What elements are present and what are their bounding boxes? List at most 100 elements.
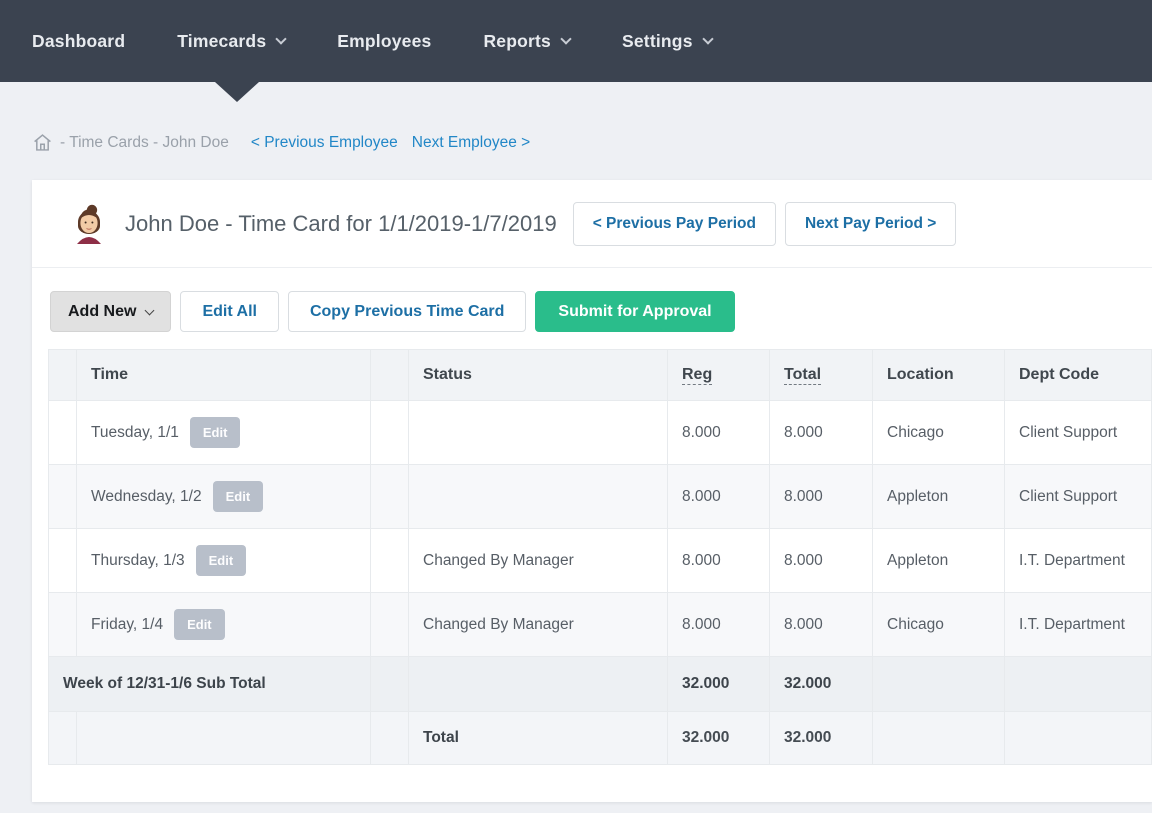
spacer-cell <box>371 593 409 657</box>
column-header-time: Time <box>77 350 371 401</box>
previous-pay-period-button[interactable]: < Previous Pay Period <box>573 202 776 246</box>
location-cell: Appleton <box>873 529 1005 593</box>
dept-code-cell: Client Support <box>1005 401 1152 465</box>
spacer-cell <box>371 465 409 529</box>
employee-avatar <box>72 204 106 244</box>
reg-cell: 8.000 <box>668 465 770 529</box>
total-cell: 8.000 <box>770 529 873 593</box>
dept-code-cell: Client Support <box>1005 465 1152 529</box>
dept-code-cell <box>1005 712 1152 765</box>
nav-item-label: Reports <box>483 31 551 52</box>
spacer-cell <box>371 401 409 465</box>
column-header-location: Location <box>873 350 1005 401</box>
status-cell <box>409 657 668 712</box>
status-cell <box>409 401 668 465</box>
total-subtotal-cell: 32.000 <box>770 657 873 712</box>
status-cell: Changed By Manager <box>409 593 668 657</box>
day-cell: Friday, 1/4 Edit <box>77 593 371 657</box>
subtotal-label-cell: Week of 12/31-1/6 Sub Total <box>49 657 371 712</box>
day-cell: Wednesday, 1/2 Edit <box>77 465 371 529</box>
total-cell: 8.000 <box>770 593 873 657</box>
nav-item-reports[interactable]: Reports <box>483 31 570 52</box>
row-spacer-cell <box>49 712 77 765</box>
nav-item-dashboard[interactable]: Dashboard <box>32 31 125 52</box>
previous-employee-link[interactable]: < Previous Employee <box>251 134 398 152</box>
nav-item-label: Employees <box>337 31 431 52</box>
spacer-cell <box>371 712 409 765</box>
nav-item-label: Settings <box>622 31 693 52</box>
row-spacer-cell <box>49 401 77 465</box>
location-cell: Chicago <box>873 401 1005 465</box>
column-header-reg: Reg <box>668 350 770 401</box>
status-cell <box>409 465 668 529</box>
reg-grand-total-cell: 32.000 <box>668 712 770 765</box>
add-new-label: Add New <box>68 303 136 321</box>
column-header-spacer <box>371 350 409 401</box>
location-cell <box>873 657 1005 712</box>
page-title: John Doe - Time Card for 1/1/2019-1/7/20… <box>125 211 557 237</box>
day-label: Tuesday, 1/1 <box>91 424 179 442</box>
status-cell: Changed By Manager <box>409 529 668 593</box>
total-cell: 8.000 <box>770 401 873 465</box>
spacer-cell <box>371 529 409 593</box>
location-cell: Appleton <box>873 465 1005 529</box>
home-icon[interactable] <box>32 132 53 153</box>
dept-code-cell: I.T. Department <box>1005 529 1152 593</box>
day-label: Wednesday, 1/2 <box>91 488 202 506</box>
total-grand-total-cell: 32.000 <box>770 712 873 765</box>
timecard-panel: John Doe - Time Card for 1/1/2019-1/7/20… <box>32 180 1152 802</box>
dept-code-cell <box>1005 657 1152 712</box>
submit-for-approval-button[interactable]: Submit for Approval <box>535 291 734 332</box>
total-cell: 8.000 <box>770 465 873 529</box>
reg-cell: 8.000 <box>668 593 770 657</box>
reg-subtotal-cell: 32.000 <box>668 657 770 712</box>
next-employee-link[interactable]: Next Employee > <box>412 134 530 152</box>
edit-button[interactable]: Edit <box>196 545 247 576</box>
day-label: Friday, 1/4 <box>91 616 163 634</box>
row-spacer-cell <box>49 465 77 529</box>
column-header-dept-code: Dept Code <box>1005 350 1152 401</box>
edit-button[interactable]: Edit <box>190 417 241 448</box>
spacer-cell <box>371 657 409 712</box>
column-header-status: Status <box>409 350 668 401</box>
table-header-row: Time Status Reg Total Location Dept Code <box>49 350 1152 401</box>
day-cell: Thursday, 1/3 Edit <box>77 529 371 593</box>
action-toolbar: Add New Edit All Copy Previous Time Card… <box>32 268 1152 332</box>
nav-item-label: Timecards <box>177 31 266 52</box>
empty-cell <box>77 712 371 765</box>
row-spacer-cell <box>49 529 77 593</box>
timecard-table: Time Status Reg Total Location Dept Code… <box>48 349 1152 765</box>
location-cell <box>873 712 1005 765</box>
chevron-down-icon <box>560 33 571 44</box>
dept-code-cell: I.T. Department <box>1005 593 1152 657</box>
nav-item-timecards[interactable]: Timecards <box>177 31 285 52</box>
copy-previous-time-card-button[interactable]: Copy Previous Time Card <box>288 291 526 332</box>
edit-button[interactable]: Edit <box>213 481 264 512</box>
day-cell: Tuesday, 1/1 Edit <box>77 401 371 465</box>
breadcrumb-trail: - Time Cards - John Doe <box>60 134 229 152</box>
nav-item-label: Dashboard <box>32 31 125 52</box>
nav-item-employees[interactable]: Employees <box>337 31 431 52</box>
nav-item-settings[interactable]: Settings <box>622 31 712 52</box>
timecard-header: John Doe - Time Card for 1/1/2019-1/7/20… <box>32 180 1152 268</box>
chevron-down-icon <box>276 33 287 44</box>
grand-total-label-cell: Total <box>409 712 668 765</box>
table-row: Tuesday, 1/1 Edit 8.000 8.000 Chicago Cl… <box>49 401 1152 465</box>
grand-total-row: Total 32.000 32.000 <box>49 712 1152 765</box>
top-navbar: Dashboard Timecards Employees Reports Se… <box>0 0 1152 82</box>
edit-all-button[interactable]: Edit All <box>180 291 279 332</box>
row-spacer-cell <box>49 593 77 657</box>
active-tab-pointer <box>215 82 259 102</box>
add-new-button[interactable]: Add New <box>50 291 171 332</box>
table-row: Wednesday, 1/2 Edit 8.000 8.000 Appleton… <box>49 465 1152 529</box>
next-pay-period-button[interactable]: Next Pay Period > <box>785 202 956 246</box>
breadcrumb: - Time Cards - John Doe < Previous Emplo… <box>32 132 1152 153</box>
edit-button[interactable]: Edit <box>174 609 225 640</box>
chevron-down-icon <box>702 33 713 44</box>
table-row: Friday, 1/4 Edit Changed By Manager 8.00… <box>49 593 1152 657</box>
column-header-spacer <box>49 350 77 401</box>
column-header-total: Total <box>770 350 873 401</box>
reg-cell: 8.000 <box>668 401 770 465</box>
reg-cell: 8.000 <box>668 529 770 593</box>
location-cell: Chicago <box>873 593 1005 657</box>
